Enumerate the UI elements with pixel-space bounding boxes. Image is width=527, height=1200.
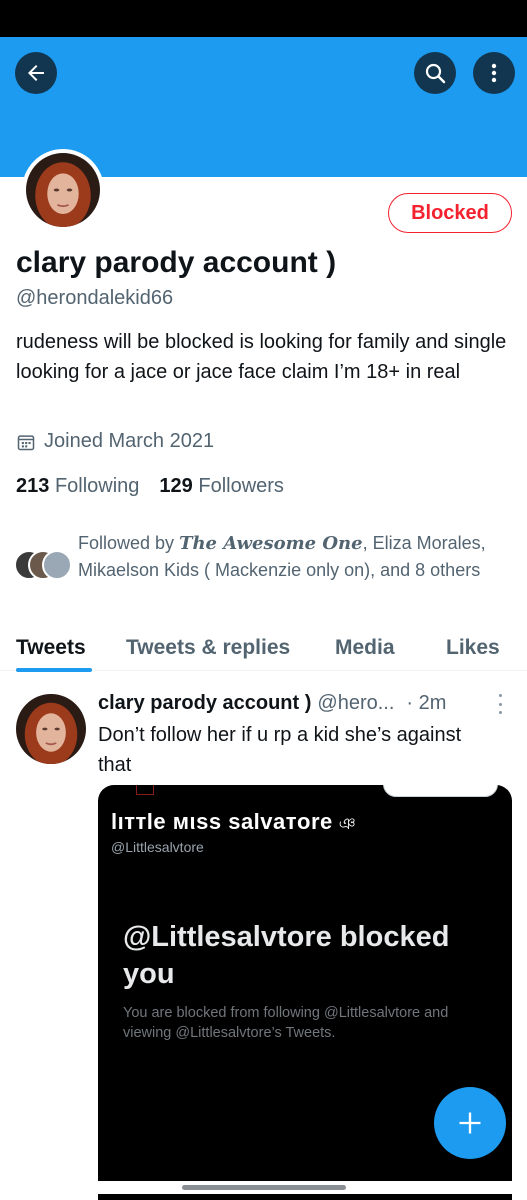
- joined-date: Joined March 2021: [16, 430, 214, 453]
- follower-avatar: [42, 550, 72, 580]
- tweet-more-icon[interactable]: [494, 694, 506, 714]
- followed-by[interactable]: Followed by The Awesome One, Eliza Moral…: [14, 530, 514, 584]
- arrow-left-icon: [28, 65, 44, 81]
- tab-tweets[interactable]: Tweets: [16, 636, 86, 680]
- search-button[interactable]: [414, 52, 456, 94]
- blocked-button[interactable]: Blocked: [388, 193, 512, 233]
- next-media-edge: [98, 1194, 512, 1200]
- followers-count: 129: [159, 475, 193, 497]
- avatar-image: [26, 153, 100, 227]
- profile-display-name: clary parody account ): [16, 246, 337, 279]
- following-count: 213: [16, 475, 50, 497]
- followers-label: Followers: [198, 475, 284, 497]
- media-blocked-heading: @Littlesalvtore blocked you: [123, 921, 450, 990]
- media-button-fragment: [383, 785, 498, 797]
- following-link[interactable]: 213 Following: [16, 475, 139, 498]
- media-blocked-subtext: You are blocked from following @Littlesa…: [123, 1005, 449, 1041]
- followed-by-name: The Awesome One: [179, 533, 363, 554]
- status-bar: [0, 0, 527, 37]
- media-account-name-text: lıттle мιѕѕ ѕalvaтore: [111, 809, 333, 834]
- tab-likes[interactable]: Likes: [446, 636, 500, 680]
- media-account-name: lıттle мιѕѕ ѕalvaтore ঞ: [111, 809, 356, 838]
- active-tab-indicator: [16, 668, 92, 672]
- tab-media[interactable]: Media: [335, 636, 395, 680]
- search-icon: [425, 63, 446, 84]
- profile-bio: rudeness will be blocked is looking for …: [16, 331, 507, 383]
- profile-tabs: Tweets Tweets & replies Media Likes: [0, 626, 527, 672]
- follow-stats: 213 Following 129 Followers: [16, 475, 284, 498]
- tweet-timestamp: · 2m: [406, 692, 447, 714]
- back-button[interactable]: [15, 52, 57, 94]
- profile-avatar[interactable]: [22, 149, 104, 231]
- tweet-avatar[interactable]: [16, 694, 86, 764]
- follower-avatars: [14, 550, 76, 584]
- followers-link[interactable]: 129 Followers: [159, 475, 284, 498]
- calendar-icon: [17, 434, 35, 450]
- following-label: Following: [54, 475, 140, 497]
- tab-tweets-replies[interactable]: Tweets & replies: [126, 636, 290, 680]
- plus-icon: [459, 1112, 481, 1134]
- tweet-header: clary parody account ) @hero... · 2m: [98, 692, 446, 715]
- tweet-text: Don’t follow her if u rp a kid she’s aga…: [98, 724, 462, 776]
- compose-tweet-button[interactable]: [434, 1087, 506, 1159]
- followed-by-text: Followed by The Awesome One, Eliza Moral…: [78, 530, 514, 584]
- avatar-image: [16, 694, 86, 764]
- media-name-symbol: ঞ: [338, 816, 357, 833]
- media-account-handle: @Littlesalvtore: [111, 839, 204, 855]
- more-options-button[interactable]: [473, 52, 515, 94]
- profile-handle: @herondalekid66: [16, 287, 174, 309]
- more-vertical-icon: [491, 63, 497, 83]
- followed-by-prefix: Followed by: [78, 533, 180, 553]
- home-indicator[interactable]: [182, 1185, 346, 1190]
- tweet-author-name[interactable]: clary parody account ): [98, 692, 311, 715]
- tweet-author-handle[interactable]: @hero...: [317, 692, 394, 715]
- joined-text: Joined March 2021: [44, 430, 215, 452]
- media-mark: [136, 785, 154, 795]
